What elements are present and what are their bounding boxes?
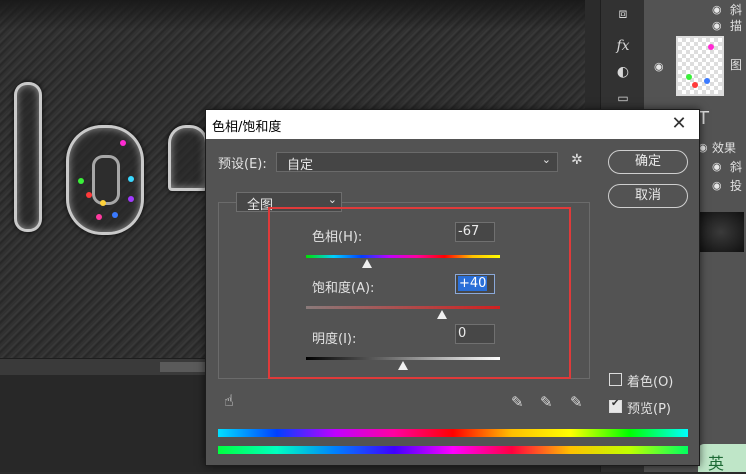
candy-dot — [704, 78, 710, 84]
preview-checkbox[interactable] — [609, 398, 622, 413]
hue-saturation-dialog: 色相/饱和度 ✕ 预设(E): 自定 ⌄ ✲ 确定 取消 全图 ⌄ 色相(H):… — [205, 109, 700, 466]
highlight-annotation — [268, 207, 571, 379]
canvas-shadow — [0, 0, 585, 30]
candy-dot — [128, 196, 134, 202]
cancel-button[interactable]: 取消 — [608, 184, 688, 208]
eye-icon[interactable]: ◉ — [712, 19, 724, 32]
preset-value: 自定 — [287, 158, 314, 173]
glass-letter-o-hole — [92, 155, 120, 205]
candy-dot — [112, 212, 118, 218]
eye-icon[interactable]: ◉ — [654, 60, 666, 73]
candy-dot — [686, 74, 692, 80]
dialog-titlebar[interactable]: 色相/饱和度 ✕ — [206, 110, 699, 139]
colorize-label: 着色(O) — [627, 375, 674, 390]
chevron-down-icon: ⌄ — [541, 153, 551, 166]
ok-button[interactable]: 确定 — [608, 150, 688, 174]
candy-dot — [96, 214, 102, 220]
preset-select[interactable]: 自定 ⌄ — [276, 152, 558, 173]
candy-dot — [692, 82, 698, 88]
layer-label: 描 — [730, 19, 743, 33]
hand-icon[interactable]: ☝ — [224, 391, 234, 410]
candy-dot — [100, 200, 106, 206]
candy-dot — [708, 44, 714, 50]
adjustment-icon[interactable]: ◐ — [613, 62, 633, 82]
candy-dot — [86, 192, 92, 198]
preview-label: 预览(P) — [627, 402, 671, 417]
cube-icon[interactable]: ⧈ — [613, 4, 633, 24]
preset-label: 预设(E): — [218, 157, 267, 172]
candy-dot — [78, 178, 84, 184]
close-icon[interactable]: ✕ — [669, 113, 689, 134]
dialog-title: 色相/饱和度 — [212, 120, 282, 135]
folder-icon[interactable]: ▭ — [613, 88, 633, 108]
colorize-checkbox[interactable] — [609, 373, 622, 386]
glass-letter-l — [14, 82, 42, 232]
layer-label: 效果 — [712, 141, 737, 155]
candy-dot — [128, 176, 134, 182]
eye-icon[interactable]: ◉ — [712, 160, 724, 173]
result-color-bar — [218, 446, 688, 454]
source-color-bar — [218, 429, 688, 437]
layer-label: 投 — [730, 179, 743, 193]
chevron-down-icon: ⌄ — [327, 193, 337, 206]
ime-badge-label: 英 — [708, 454, 725, 473]
layer-label: 斜 — [730, 160, 743, 174]
layer-thumbnail[interactable] — [676, 36, 724, 96]
gear-icon[interactable]: ✲ — [571, 152, 583, 168]
scrollbar-thumb[interactable] — [160, 362, 205, 372]
fx-icon[interactable]: fx — [613, 36, 633, 56]
glass-letter-v — [168, 125, 208, 191]
layer-effect-row[interactable]: ◉ 描 — [644, 16, 746, 34]
candy-dot — [120, 140, 126, 146]
eye-icon[interactable]: ◉ — [712, 3, 724, 16]
layer-label: 图 — [730, 58, 743, 72]
eyedropper-icon[interactable]: ✎ — [511, 393, 524, 411]
eye-icon[interactable]: ◉ — [712, 179, 724, 192]
eyedropper-plus-icon[interactable]: ✎ — [540, 393, 553, 411]
eyedropper-minus-icon[interactable]: ✎ — [570, 393, 583, 411]
ime-badge[interactable]: 英 — [698, 444, 746, 473]
layer-thumbnail-dark[interactable] — [698, 212, 744, 252]
